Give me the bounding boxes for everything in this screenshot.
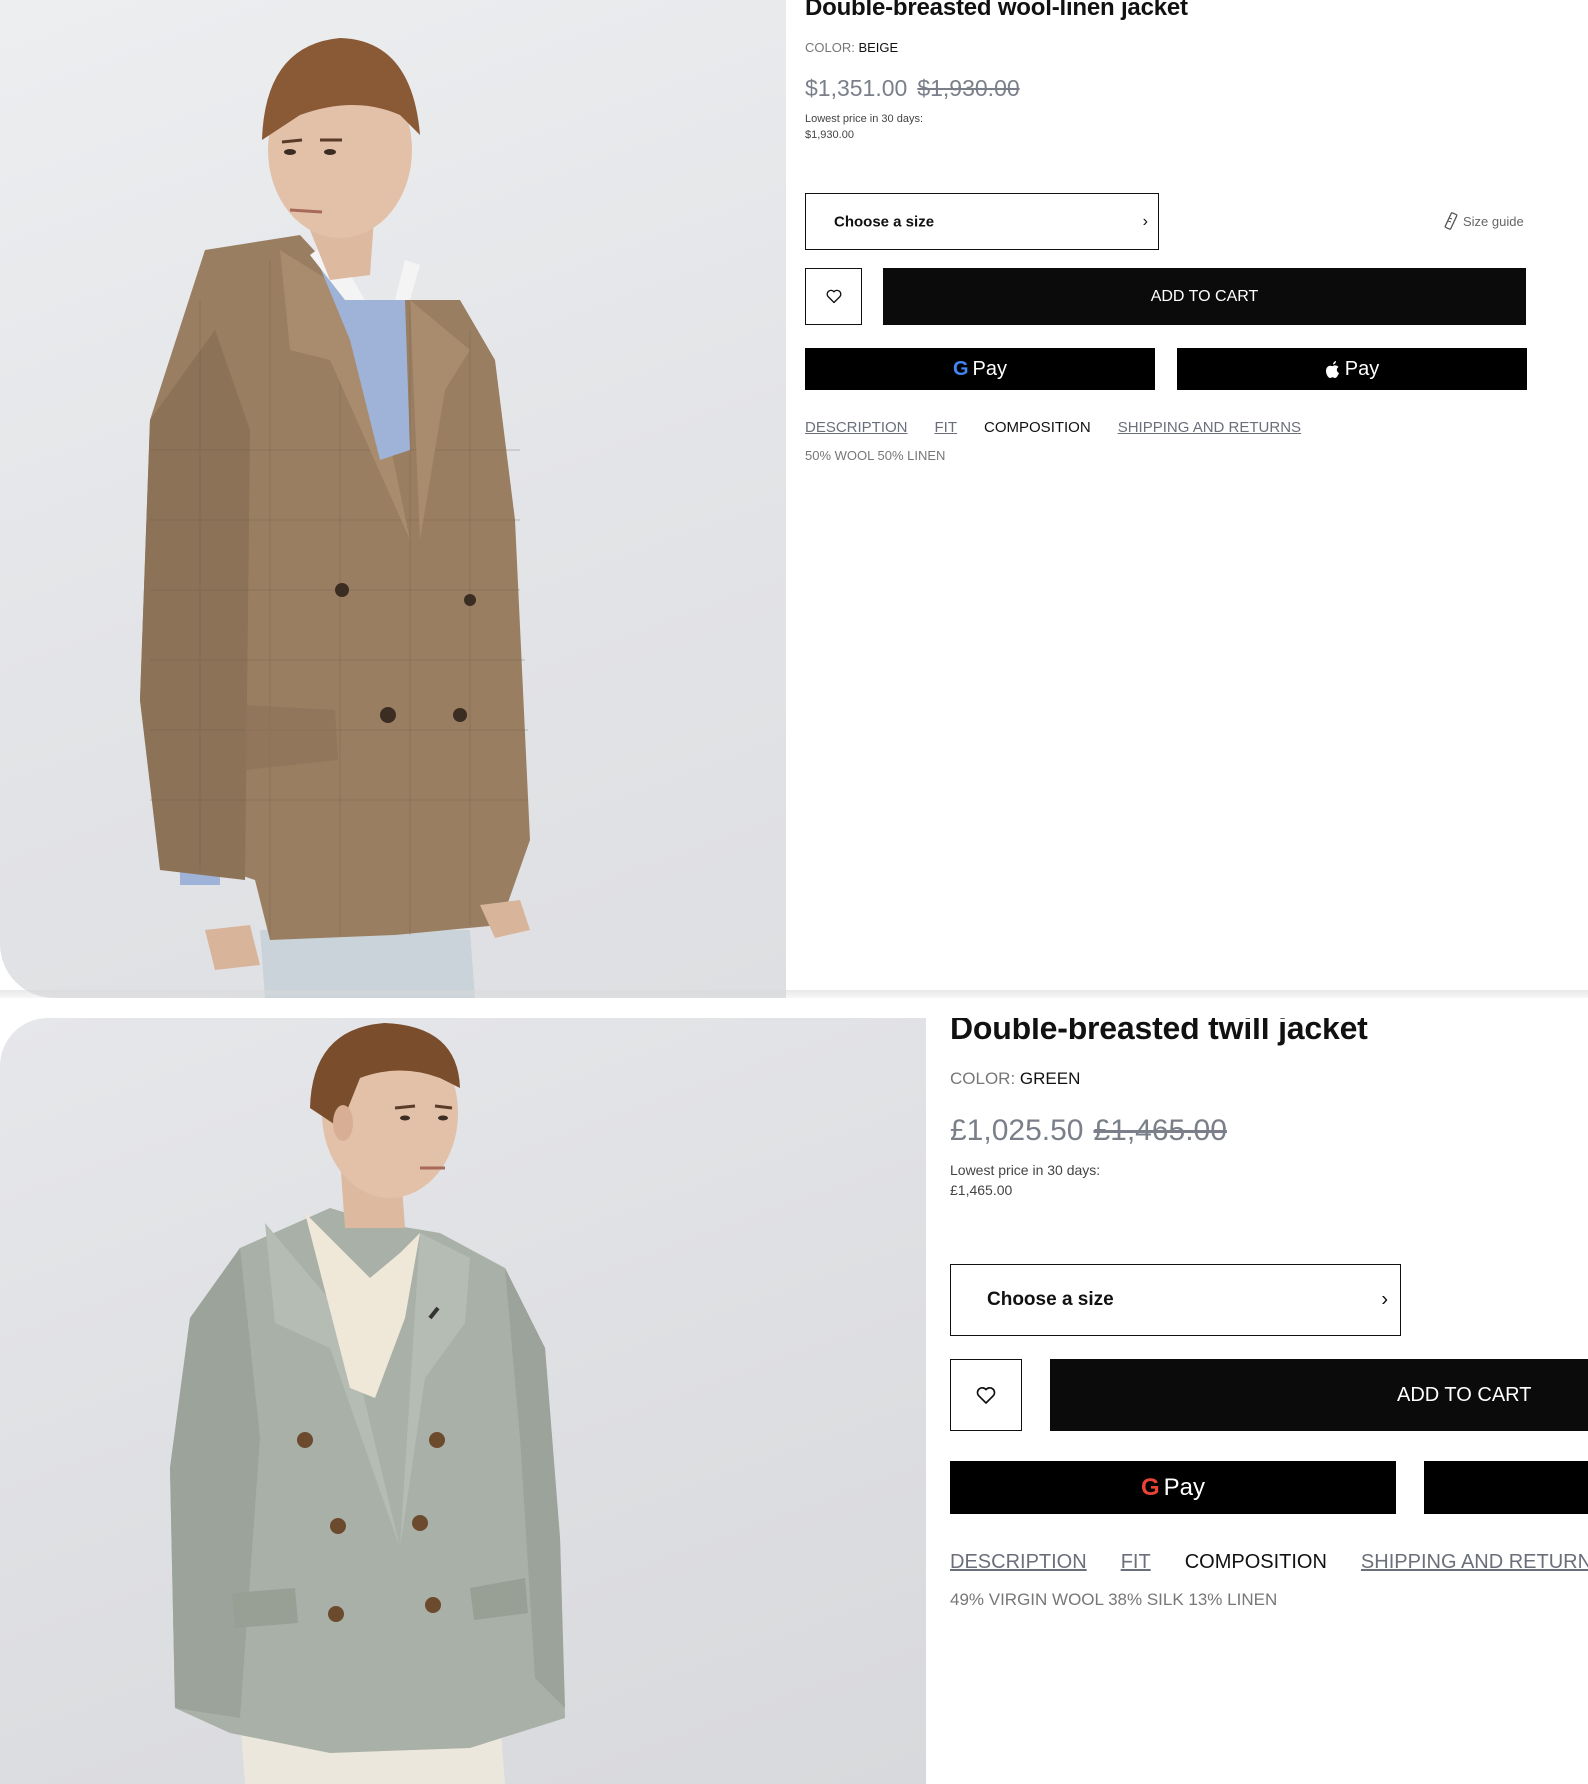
sale-price: $1,351.00 [805, 75, 908, 101]
product-image [0, 1018, 926, 1784]
wishlist-button[interactable] [805, 268, 862, 325]
apple-pay-button[interactable]: Pay [1177, 348, 1527, 390]
product-card-2: Double-breasted twill jacket COLOR: GREE… [0, 1018, 1588, 1784]
wishlist-button[interactable] [950, 1359, 1022, 1431]
model-photo-beige-jacket [140, 38, 530, 998]
product-color: COLOR: BEIGE [805, 40, 898, 55]
size-selector-label: Choose a size [834, 213, 935, 230]
size-guide-link[interactable]: Size guide [1443, 212, 1524, 230]
color-value: BEIGE [858, 40, 899, 55]
tab-shipping-and-returns[interactable]: SHIPPING AND RETURNS [1118, 419, 1301, 436]
google-pay-label: Pay [972, 357, 1008, 380]
tab-description[interactable]: DESCRIPTION [950, 1551, 1087, 1574]
size-guide-label: Size guide [1463, 213, 1524, 229]
product-card-1: Double-breasted wool-linen jacket COLOR:… [0, 0, 1588, 998]
heart-icon [826, 289, 841, 304]
original-price: £1,465.00 [1093, 1114, 1227, 1147]
chevron-right-icon: › [1381, 1288, 1388, 1311]
tab-description[interactable]: DESCRIPTION [805, 419, 908, 436]
ruler-icon [1444, 212, 1458, 230]
lowest-price-value: $1,930.00 [805, 128, 854, 141]
price: £1,025.50 £1,465.00 [950, 1114, 1227, 1148]
apple-pay-label: Pay [1344, 357, 1380, 380]
product-tabs: DESCRIPTION FIT COMPOSITION SHIPPING AND… [950, 1551, 1588, 1574]
model-photo-green-jacket [170, 1023, 565, 1784]
tab-shipping-and-returns[interactable]: SHIPPING AND RETURNS [1361, 1551, 1588, 1574]
product-tabs: DESCRIPTION FIT COMPOSITION SHIPPING AND… [805, 419, 1328, 436]
tab-fit[interactable]: FIT [935, 419, 958, 436]
original-price: $1,930.00 [917, 75, 1020, 101]
composition-text: 49% VIRGIN WOOL 38% SILK 13% LINEN [950, 1590, 1278, 1609]
google-g-icon: G [952, 357, 969, 380]
google-pay-button[interactable]: G Pay [805, 348, 1155, 390]
tab-composition[interactable]: COMPOSITION [984, 419, 1091, 436]
card-divider [0, 998, 1588, 1018]
tab-fit[interactable]: FIT [1121, 1551, 1151, 1574]
composition-text: 50% WOOL 50% LINEN [805, 448, 946, 463]
size-selector[interactable]: Choose a size › [805, 193, 1159, 250]
size-selector-label: Choose a size [987, 1289, 1114, 1310]
heart-icon [976, 1386, 996, 1404]
apple-pay-button[interactable] [1424, 1461, 1588, 1514]
google-pay-label: Pay [1163, 1473, 1206, 1501]
lowest-price-label: Lowest price in 30 days: [805, 113, 924, 125]
chevron-right-icon: › [1142, 212, 1148, 230]
product-image [0, 0, 786, 998]
lowest-price-label: Lowest price in 30 days: [950, 1162, 1101, 1178]
color-label: COLOR: [950, 1069, 1016, 1088]
color-label: COLOR: [805, 40, 855, 55]
product-title: Double-breasted wool-linen jacket [805, 0, 1188, 21]
sale-price: £1,025.50 [950, 1114, 1084, 1147]
lowest-price-note: Lowest price in 30 days: $1,930.00 [805, 112, 923, 144]
lowest-price-value: £1,465.00 [950, 1182, 1013, 1199]
product-title: Double-breasted twill jacket [950, 1018, 1368, 1046]
product-info-panel: Double-breasted twill jacket COLOR: GREE… [926, 1018, 1588, 1784]
size-selector[interactable]: Choose a size › [950, 1264, 1401, 1336]
product-color: COLOR: GREEN [950, 1069, 1080, 1089]
apple-icon [1325, 360, 1339, 378]
google-pay-button[interactable]: G Pay [950, 1461, 1396, 1514]
price: $1,351.00 $1,930.00 [805, 75, 1020, 102]
tab-composition[interactable]: COMPOSITION [1185, 1551, 1327, 1574]
google-g-icon: G [1140, 1473, 1160, 1501]
add-to-cart-button[interactable]: ADD TO CART [1050, 1359, 1588, 1431]
add-to-cart-button[interactable]: ADD TO CART [883, 268, 1526, 325]
color-value: GREEN [1019, 1069, 1081, 1088]
product-info-panel: Double-breasted wool-linen jacket COLOR:… [786, 0, 1588, 998]
lowest-price-note: Lowest price in 30 days: £1,465.00 [950, 1160, 1100, 1201]
